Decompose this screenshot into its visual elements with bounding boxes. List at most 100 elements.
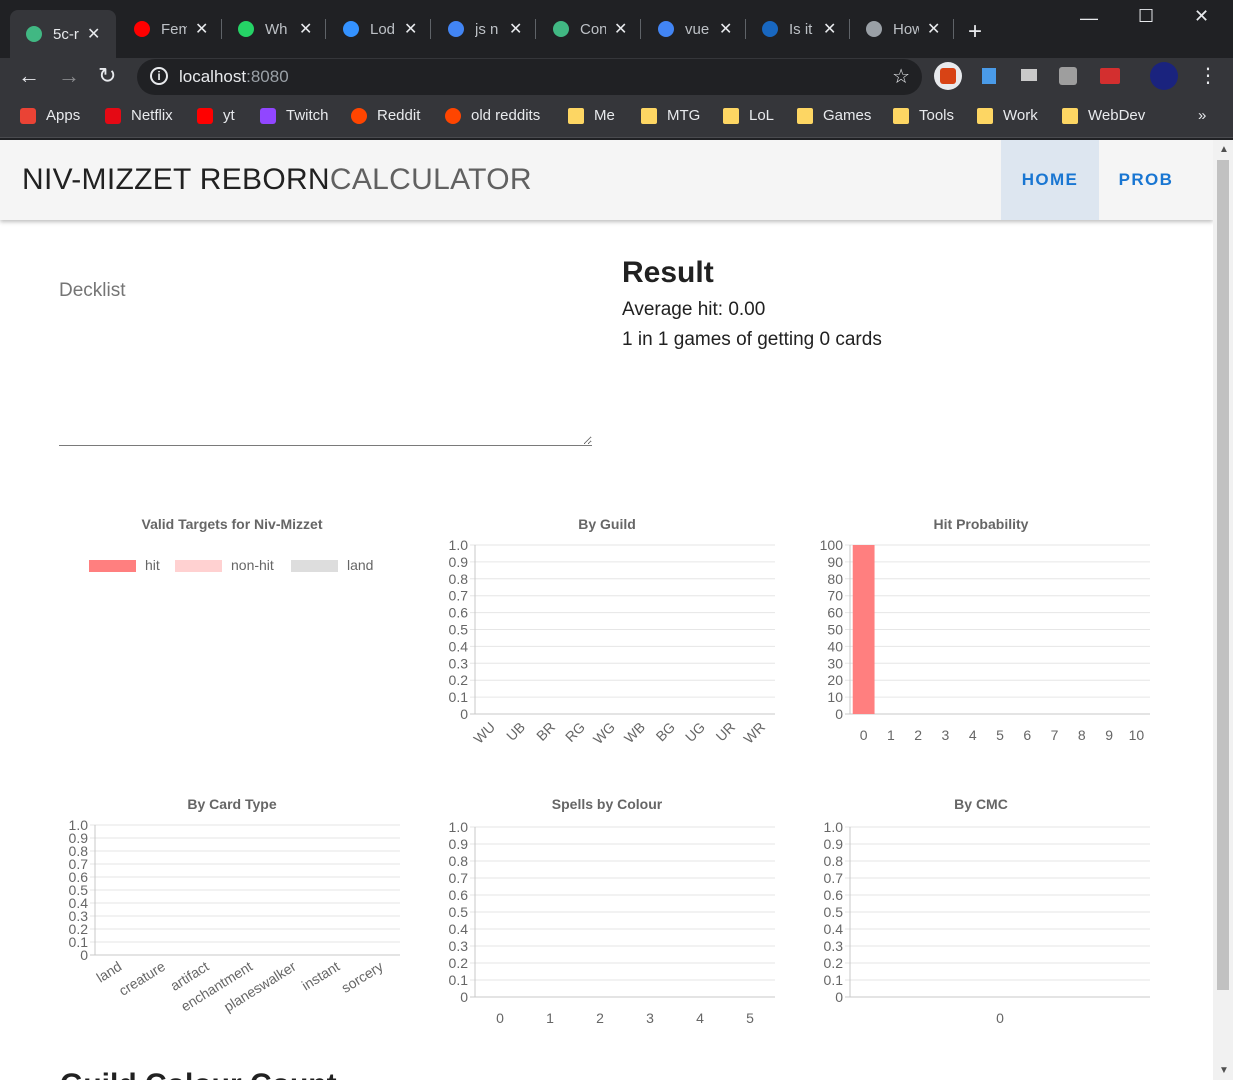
y-tick-label: 0	[80, 947, 88, 963]
bookmark-label: Tools	[919, 107, 955, 124]
y-tick-label: 0	[835, 989, 843, 1005]
close-tab-icon[interactable]: ✕	[509, 19, 522, 39]
tab-title: Is it	[789, 20, 813, 38]
browser-toolbar: ← → ↻ i localhost:8080 ☆ ⋮	[0, 58, 1233, 98]
extension-icon[interactable]	[1014, 62, 1042, 90]
browser-tab[interactable]: Con ✕	[537, 10, 641, 48]
y-tick-label: 0.9	[449, 836, 469, 852]
bookmark-item[interactable]: Twitch	[260, 107, 329, 124]
maximize-icon[interactable]: ☐	[1138, 6, 1154, 27]
x-tick-label: 2	[596, 1010, 604, 1026]
close-tab-icon[interactable]: ✕	[614, 19, 627, 39]
bookmark-item[interactable]: Netflix	[105, 107, 173, 124]
close-tab-icon[interactable]: ✕	[404, 19, 417, 39]
back-icon[interactable]: ←	[18, 63, 40, 89]
extension-icon[interactable]	[976, 62, 1004, 90]
x-tick-label: 3	[942, 727, 950, 743]
tab-separator	[640, 19, 641, 39]
bookmark-item[interactable]: Me	[568, 107, 615, 124]
browser-tab[interactable]: Is it ✕	[746, 10, 850, 48]
y-tick-label: 0.2	[824, 955, 844, 971]
y-tick-label: 0.4	[824, 921, 844, 937]
address-bar[interactable]: i localhost:8080 ☆	[137, 59, 922, 95]
close-tab-icon[interactable]: ✕	[927, 19, 940, 39]
x-tick-label: WR	[740, 719, 768, 747]
bar[interactable]	[852, 545, 875, 714]
scrollbar-thumb[interactable]	[1217, 160, 1229, 990]
bookmark-item[interactable]: Apps	[20, 107, 80, 124]
extension-icon[interactable]	[934, 62, 962, 90]
vuetify-icon	[760, 19, 780, 39]
close-tab-icon[interactable]: ✕	[195, 19, 208, 39]
scroll-up-icon[interactable]: ▲	[1219, 144, 1229, 155]
url-port: :8080	[246, 67, 289, 86]
bookmark-label: LoL	[749, 107, 775, 124]
legend-swatch[interactable]	[175, 560, 222, 572]
legend-swatch[interactable]	[89, 560, 136, 572]
x-tick-label: WU	[470, 719, 498, 747]
browser-tab[interactable]: How ✕	[850, 10, 954, 48]
x-tick-label: 4	[969, 727, 977, 743]
bookmark-star-icon[interactable]: ☆	[892, 64, 910, 89]
forward-icon[interactable]: →	[58, 63, 80, 89]
tab-title: vue	[685, 20, 710, 38]
y-tick-label: 0.2	[449, 955, 469, 971]
legend-swatch[interactable]	[291, 560, 338, 572]
scrollbar[interactable]: ▲ ▼	[1213, 140, 1233, 1080]
youtube-icon	[132, 19, 152, 39]
y-tick-label: 0.7	[824, 870, 844, 886]
scroll-down-icon[interactable]: ▼	[1219, 1065, 1229, 1076]
extension-icon[interactable]	[1054, 62, 1082, 90]
bookmark-item[interactable]: Tools	[893, 107, 954, 124]
nav-home[interactable]: HOME	[1001, 140, 1099, 220]
bookmark-item[interactable]: yt	[197, 107, 235, 124]
bookmark-item[interactable]: MTG	[641, 107, 700, 124]
nav-prob[interactable]: PROB	[1099, 140, 1193, 220]
bookmark-label: Games	[823, 107, 872, 124]
folder-icon	[977, 107, 993, 124]
legend-label: hit	[145, 557, 160, 573]
url-text[interactable]: localhost:8080	[179, 67, 289, 87]
x-tick-label: instant	[299, 958, 343, 993]
site-info-icon[interactable]: i	[150, 67, 168, 85]
x-tick-label: WG	[590, 719, 618, 747]
close-window-icon[interactable]: ✕	[1194, 6, 1209, 27]
close-tab-icon[interactable]: ✕	[87, 24, 100, 44]
x-tick-label: RG	[562, 719, 588, 745]
bookmark-item[interactable]: Reddit	[351, 107, 420, 124]
browser-tab[interactable]: js n ✕	[432, 10, 536, 48]
y-tick-label: 100	[820, 537, 844, 553]
y-tick-label: 0.6	[824, 887, 844, 903]
extension-icon[interactable]	[1094, 62, 1122, 90]
by-guild-chart: 1.00.90.80.70.60.50.40.30.20.10WU UB BR RG W…	[449, 537, 775, 747]
menu-icon[interactable]: ⋮	[1198, 63, 1218, 88]
reddit-icon	[351, 107, 367, 124]
decklist-textarea[interactable]	[59, 310, 592, 446]
close-tab-icon[interactable]: ✕	[299, 19, 312, 39]
browser-tab[interactable]: Lod ✕	[327, 10, 431, 48]
bookmark-item[interactable]: Work	[977, 107, 1038, 124]
tab-title: Wh	[265, 20, 288, 38]
section-heading: Guild Colour Count	[60, 1068, 337, 1080]
browser-tab[interactable]: vue ✕	[642, 10, 746, 48]
bookmark-item[interactable]: old reddits	[445, 107, 540, 124]
reload-icon[interactable]: ↻	[98, 63, 116, 89]
bookmark-item[interactable]: LoL	[723, 107, 774, 124]
close-tab-icon[interactable]: ✕	[719, 19, 732, 39]
close-tab-icon[interactable]: ✕	[823, 19, 836, 39]
avatar[interactable]	[1150, 62, 1178, 90]
google-icon	[446, 19, 466, 39]
minimize-icon[interactable]: —	[1080, 8, 1098, 29]
bookmark-item[interactable]: Games	[797, 107, 871, 124]
x-tick-label: UR	[712, 719, 738, 745]
browser-tab[interactable]: 5c-r ✕	[10, 10, 116, 58]
browser-tab[interactable]: Wh ✕	[222, 10, 326, 48]
new-tab-button[interactable]: +	[968, 18, 982, 46]
y-tick-label: 0.8	[449, 853, 469, 869]
browser-tab[interactable]: Fem ✕	[118, 10, 222, 48]
tab-title: js n	[475, 20, 499, 38]
bookmarks-overflow[interactable]: »	[1198, 107, 1206, 124]
valid-targets-chart: hit non-hit land	[89, 557, 373, 573]
bookmark-item[interactable]: WebDev	[1062, 107, 1145, 124]
folder-icon	[723, 107, 739, 124]
